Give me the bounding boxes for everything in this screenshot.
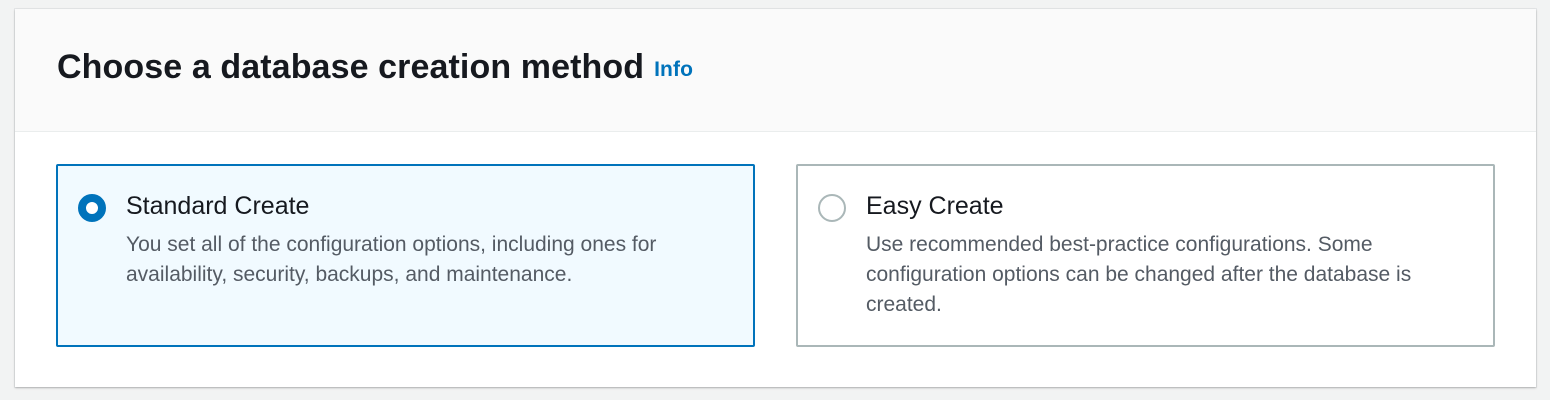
easy-create-radio[interactable] bbox=[818, 194, 846, 222]
info-link[interactable]: Info bbox=[654, 58, 693, 81]
standard-create-label: Standard Create bbox=[126, 192, 310, 220]
standard-create-tile[interactable]: Standard Create You set all of the confi… bbox=[56, 164, 755, 347]
creation-method-panel: Choose a database creation method Info St… bbox=[15, 9, 1536, 387]
standard-create-description: You set all of the configuration options… bbox=[126, 233, 657, 286]
panel-header: Choose a database creation method Info bbox=[15, 9, 1536, 132]
easy-create-tile[interactable]: Easy Create Use recommended best-practic… bbox=[796, 164, 1495, 347]
standard-create-radio[interactable] bbox=[78, 194, 106, 222]
panel-title-text: Choose a database creation method bbox=[57, 48, 645, 86]
easy-create-description: Use recommended best-practice configurat… bbox=[866, 233, 1412, 316]
panel-title: Choose a database creation method Info bbox=[57, 48, 693, 87]
easy-create-label: Easy Create bbox=[866, 192, 1004, 220]
